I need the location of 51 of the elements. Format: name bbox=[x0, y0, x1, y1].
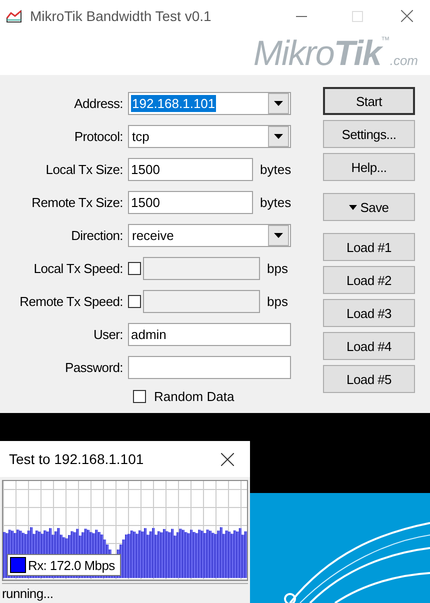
input-field[interactable]: 1500 bbox=[128, 191, 253, 214]
input-field[interactable] bbox=[128, 356, 291, 379]
field-label: Address: bbox=[73, 96, 124, 111]
dialog-button[interactable]: Settings... bbox=[323, 120, 415, 148]
input-field[interactable] bbox=[143, 257, 260, 280]
dialog-button[interactable]: Help... bbox=[323, 153, 415, 181]
dialog-button[interactable]: Load #2 bbox=[323, 266, 415, 294]
field-label: Password: bbox=[64, 360, 124, 375]
caret-icon bbox=[274, 134, 283, 139]
input-field[interactable]: admin bbox=[128, 323, 291, 346]
caret-icon bbox=[274, 233, 283, 238]
checkbox[interactable] bbox=[128, 262, 141, 275]
unit-label: bytes bbox=[260, 162, 292, 177]
dialog-button[interactable]: Load #1 bbox=[323, 233, 415, 261]
window-title: Test to 192.168.1.101 bbox=[9, 451, 145, 467]
dialog-button[interactable]: Load #5 bbox=[323, 365, 415, 393]
field-label: Remote Tx Size: bbox=[30, 195, 124, 210]
dialog-button[interactable]: Load #4 bbox=[323, 332, 415, 360]
dropdown-field[interactable]: receive bbox=[128, 224, 291, 247]
field-label: Direction: bbox=[70, 228, 124, 243]
close-icon bbox=[401, 10, 413, 22]
field-label: Remote Tx Speed: bbox=[18, 294, 124, 309]
status-text: running... bbox=[2, 586, 54, 601]
checkbox-label: Random Data bbox=[154, 388, 234, 404]
dropdown-field[interactable]: 192.168.1.101 bbox=[128, 92, 291, 115]
maximize-icon bbox=[352, 10, 362, 22]
checkbox[interactable] bbox=[128, 295, 141, 308]
logo: MikroTik$^{™}$ .com bbox=[253, 36, 418, 71]
input-field[interactable] bbox=[143, 290, 260, 313]
field-label: Local Tx Speed: bbox=[32, 261, 124, 276]
window-title: MikroTik Bandwidth Test v0.1 bbox=[30, 8, 212, 24]
input-field[interactable]: 1500 bbox=[128, 158, 253, 181]
close-icon bbox=[220, 452, 234, 466]
app-icon bbox=[6, 9, 22, 23]
unit-label: bps bbox=[267, 261, 288, 276]
unit-label: bytes bbox=[260, 195, 292, 210]
dialog-button[interactable]: Load #3 bbox=[323, 299, 415, 327]
dropdown-field[interactable]: tcp bbox=[128, 125, 291, 148]
dropdown-button[interactable] bbox=[268, 126, 289, 147]
field-label: User: bbox=[92, 327, 124, 342]
start-button[interactable]: Start bbox=[323, 87, 415, 115]
field-label: Local Tx Size: bbox=[44, 162, 124, 177]
field-label: Protocol: bbox=[73, 129, 124, 144]
dropdown-button[interactable] bbox=[268, 225, 289, 246]
unit-label: bps bbox=[267, 294, 288, 309]
legend-label: Rx: 172.0 Mbps bbox=[28, 558, 115, 572]
checkbox[interactable] bbox=[133, 390, 146, 402]
dropdown-button[interactable] bbox=[268, 93, 289, 114]
save-button[interactable]: Save bbox=[323, 193, 415, 221]
caret-icon bbox=[274, 101, 283, 106]
caret-icon bbox=[349, 204, 358, 210]
